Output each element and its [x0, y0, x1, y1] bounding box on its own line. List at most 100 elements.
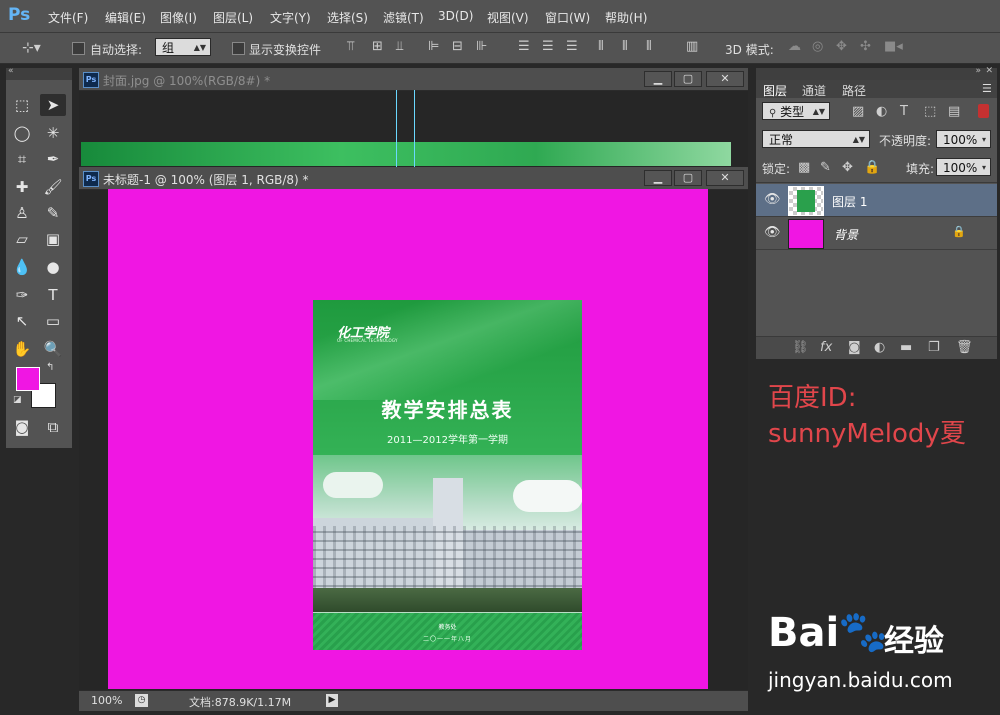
menu-edit[interactable]: 编辑(E) [105, 9, 146, 26]
untitled-window-titlebar[interactable]: Ps 未标题-1 @ 100% (图层 1, RGB/8) * ▁ ▢ ✕ [79, 167, 748, 190]
panel-menu-icon[interactable]: ☰ [982, 82, 992, 95]
pen-tool-icon[interactable]: ✑ [9, 284, 35, 306]
menu-layer[interactable]: 图层(L) [213, 9, 253, 26]
layer-row-layer1[interactable]: 👁 图层 1 [756, 184, 997, 217]
menu-window[interactable]: 窗口(W) [545, 9, 590, 26]
close-button[interactable]: ✕ [706, 170, 744, 186]
align-right-icon[interactable]: ⊪ [476, 40, 487, 54]
align-left-icon[interactable]: ⊫ [428, 40, 439, 54]
auto-select-dropdown[interactable]: 组 ▲▼ [155, 38, 211, 56]
tab-paths[interactable]: 路径 [842, 82, 866, 99]
zoom-level[interactable]: 100% [91, 694, 122, 707]
new-layer-icon[interactable]: ❐ [928, 341, 940, 355]
align-bottom-icon[interactable]: ⫫ [396, 40, 403, 54]
marquee-tool-icon[interactable]: ⬚ [9, 94, 35, 116]
toolbox-header[interactable]: « [6, 66, 72, 80]
filter-pixel-icon[interactable]: ▨ [852, 105, 864, 119]
filter-toggle-icon[interactable] [978, 104, 989, 118]
link-layers-icon[interactable]: ⛓ [792, 341, 809, 355]
menu-type[interactable]: 文字(Y) [270, 9, 311, 26]
menu-file[interactable]: 文件(F) [48, 9, 88, 26]
close-button[interactable]: ✕ [706, 71, 744, 87]
new-group-icon[interactable]: ▬ [900, 341, 912, 355]
move-tool-preset-icon[interactable]: ⊹▾ [22, 41, 41, 55]
move-tool-icon[interactable]: ➤ [40, 94, 66, 116]
quick-mask-icon[interactable]: ◙ [9, 416, 35, 438]
minimize-button[interactable]: ▁ [644, 170, 672, 186]
blur-tool-icon[interactable]: 💧 [9, 256, 35, 278]
filter-smart-object-icon[interactable]: ▤ [948, 105, 960, 119]
distribute-bottom-icon[interactable]: ☰ [566, 40, 578, 54]
default-colors-icon[interactable]: ◪ [13, 395, 22, 405]
opacity-field[interactable]: 100% ▾ [936, 130, 991, 148]
dodge-tool-icon[interactable]: ● [40, 256, 66, 278]
zoom-tool-icon[interactable]: 🔍 [40, 338, 66, 360]
filter-adjustment-icon[interactable]: ◐ [876, 105, 887, 119]
lasso-tool-icon[interactable]: ◯ [9, 122, 35, 144]
menu-image[interactable]: 图像(I) [160, 9, 197, 26]
menu-3d[interactable]: 3D(D) [438, 9, 473, 23]
3d-scale-icon[interactable]: ■◂ [884, 40, 903, 54]
cover-artwork[interactable]: 化工学院 OF CHEMICAL TECHNOLOGY 教学安排总表 2011—… [313, 300, 582, 650]
layer-row-background[interactable]: 👁 背景 🔒 [756, 217, 997, 250]
filter-shape-icon[interactable]: ⬚ [924, 105, 936, 119]
visibility-eye-icon[interactable]: 👁 [764, 225, 781, 240]
3d-roll-icon[interactable]: ◎ [812, 40, 823, 54]
align-hcenter-icon[interactable]: ⊟ [452, 40, 463, 54]
distribute-left-icon[interactable]: ⦀ [598, 40, 604, 54]
background-layer-name[interactable]: 背景 [834, 226, 858, 243]
menu-help[interactable]: 帮助(H) [605, 9, 647, 26]
screen-mode-icon[interactable]: ⧉ [40, 416, 66, 438]
add-mask-icon[interactable]: ◙ [848, 341, 861, 355]
distribute-right-icon[interactable]: ⦀ [646, 40, 652, 54]
magic-wand-tool-icon[interactable]: ✳ [40, 122, 66, 144]
cover-window-titlebar[interactable]: Ps 封面.jpg @ 100%(RGB/8#) * ▁ ▢ ✕ [79, 68, 748, 91]
tab-channels[interactable]: 通道 [802, 82, 826, 99]
adjustment-layer-icon[interactable]: ◐ [874, 341, 885, 355]
menu-view[interactable]: 视图(V) [487, 9, 529, 26]
show-transform-checkbox[interactable] [232, 42, 245, 55]
maximize-button[interactable]: ▢ [674, 71, 702, 87]
crop-tool-icon[interactable]: ⌗ [9, 148, 35, 170]
eyedropper-tool-icon[interactable]: ✒ [40, 148, 66, 170]
type-tool-icon[interactable]: T [40, 284, 66, 306]
history-brush-tool-icon[interactable]: ✎ [40, 202, 66, 224]
filter-kind-dropdown[interactable]: ⚲ 类型 ▲▼ [762, 102, 830, 120]
blend-mode-dropdown[interactable]: 正常 ▲▼ [762, 130, 870, 148]
distribute-hcenter-icon[interactable]: ⦀ [622, 40, 628, 54]
status-menu-arrow-icon[interactable]: ▶ [326, 694, 338, 707]
brush-tool-icon[interactable]: 🖌 [40, 176, 66, 198]
menu-select[interactable]: 选择(S) [327, 9, 368, 26]
hand-tool-icon[interactable]: ✋ [9, 338, 35, 360]
lock-position-icon[interactable]: ✥ [842, 161, 853, 175]
align-top-icon[interactable]: ⫪ [347, 40, 354, 54]
auto-select-checkbox[interactable] [72, 42, 85, 55]
distribute-vcenter-icon[interactable]: ☰ [542, 40, 554, 54]
menu-filter[interactable]: 滤镜(T) [383, 9, 424, 26]
eraser-tool-icon[interactable]: ▱ [9, 228, 35, 250]
visibility-eye-icon[interactable]: 👁 [764, 192, 781, 207]
status-info-icon[interactable]: ◷ [135, 694, 148, 707]
lock-all-icon[interactable]: 🔒 [864, 161, 880, 175]
lock-image-icon[interactable]: ✎ [820, 161, 831, 175]
fill-field[interactable]: 100% ▾ [936, 158, 991, 176]
3d-pan-icon[interactable]: ✥ [836, 40, 847, 54]
minimize-button[interactable]: ▁ [644, 71, 672, 87]
clone-stamp-tool-icon[interactable]: ♙ [9, 202, 35, 224]
trash-icon[interactable]: 🗑 [956, 341, 973, 355]
layer1-name[interactable]: 图层 1 [832, 193, 867, 210]
maximize-button[interactable]: ▢ [674, 170, 702, 186]
rectangle-tool-icon[interactable]: ▭ [40, 310, 66, 332]
align-vcenter-icon[interactable]: ⊞ [372, 40, 383, 54]
gradient-tool-icon[interactable]: ▣ [40, 228, 66, 250]
path-selection-tool-icon[interactable]: ↖ [9, 310, 35, 332]
healing-brush-tool-icon[interactable]: ✚ [9, 176, 35, 198]
3d-rotate-icon[interactable]: ☁ [788, 40, 801, 54]
panel-header[interactable]: » ✕ [756, 66, 997, 80]
fx-icon[interactable]: fx [820, 341, 832, 355]
foreground-color-swatch[interactable] [16, 367, 40, 391]
lock-transparent-icon[interactable]: ▩ [798, 161, 810, 175]
auto-align-icon[interactable]: ▥ [686, 40, 698, 54]
distribute-top-icon[interactable]: ☰ [518, 40, 530, 54]
swap-colors-icon[interactable]: ↰ [46, 362, 54, 373]
